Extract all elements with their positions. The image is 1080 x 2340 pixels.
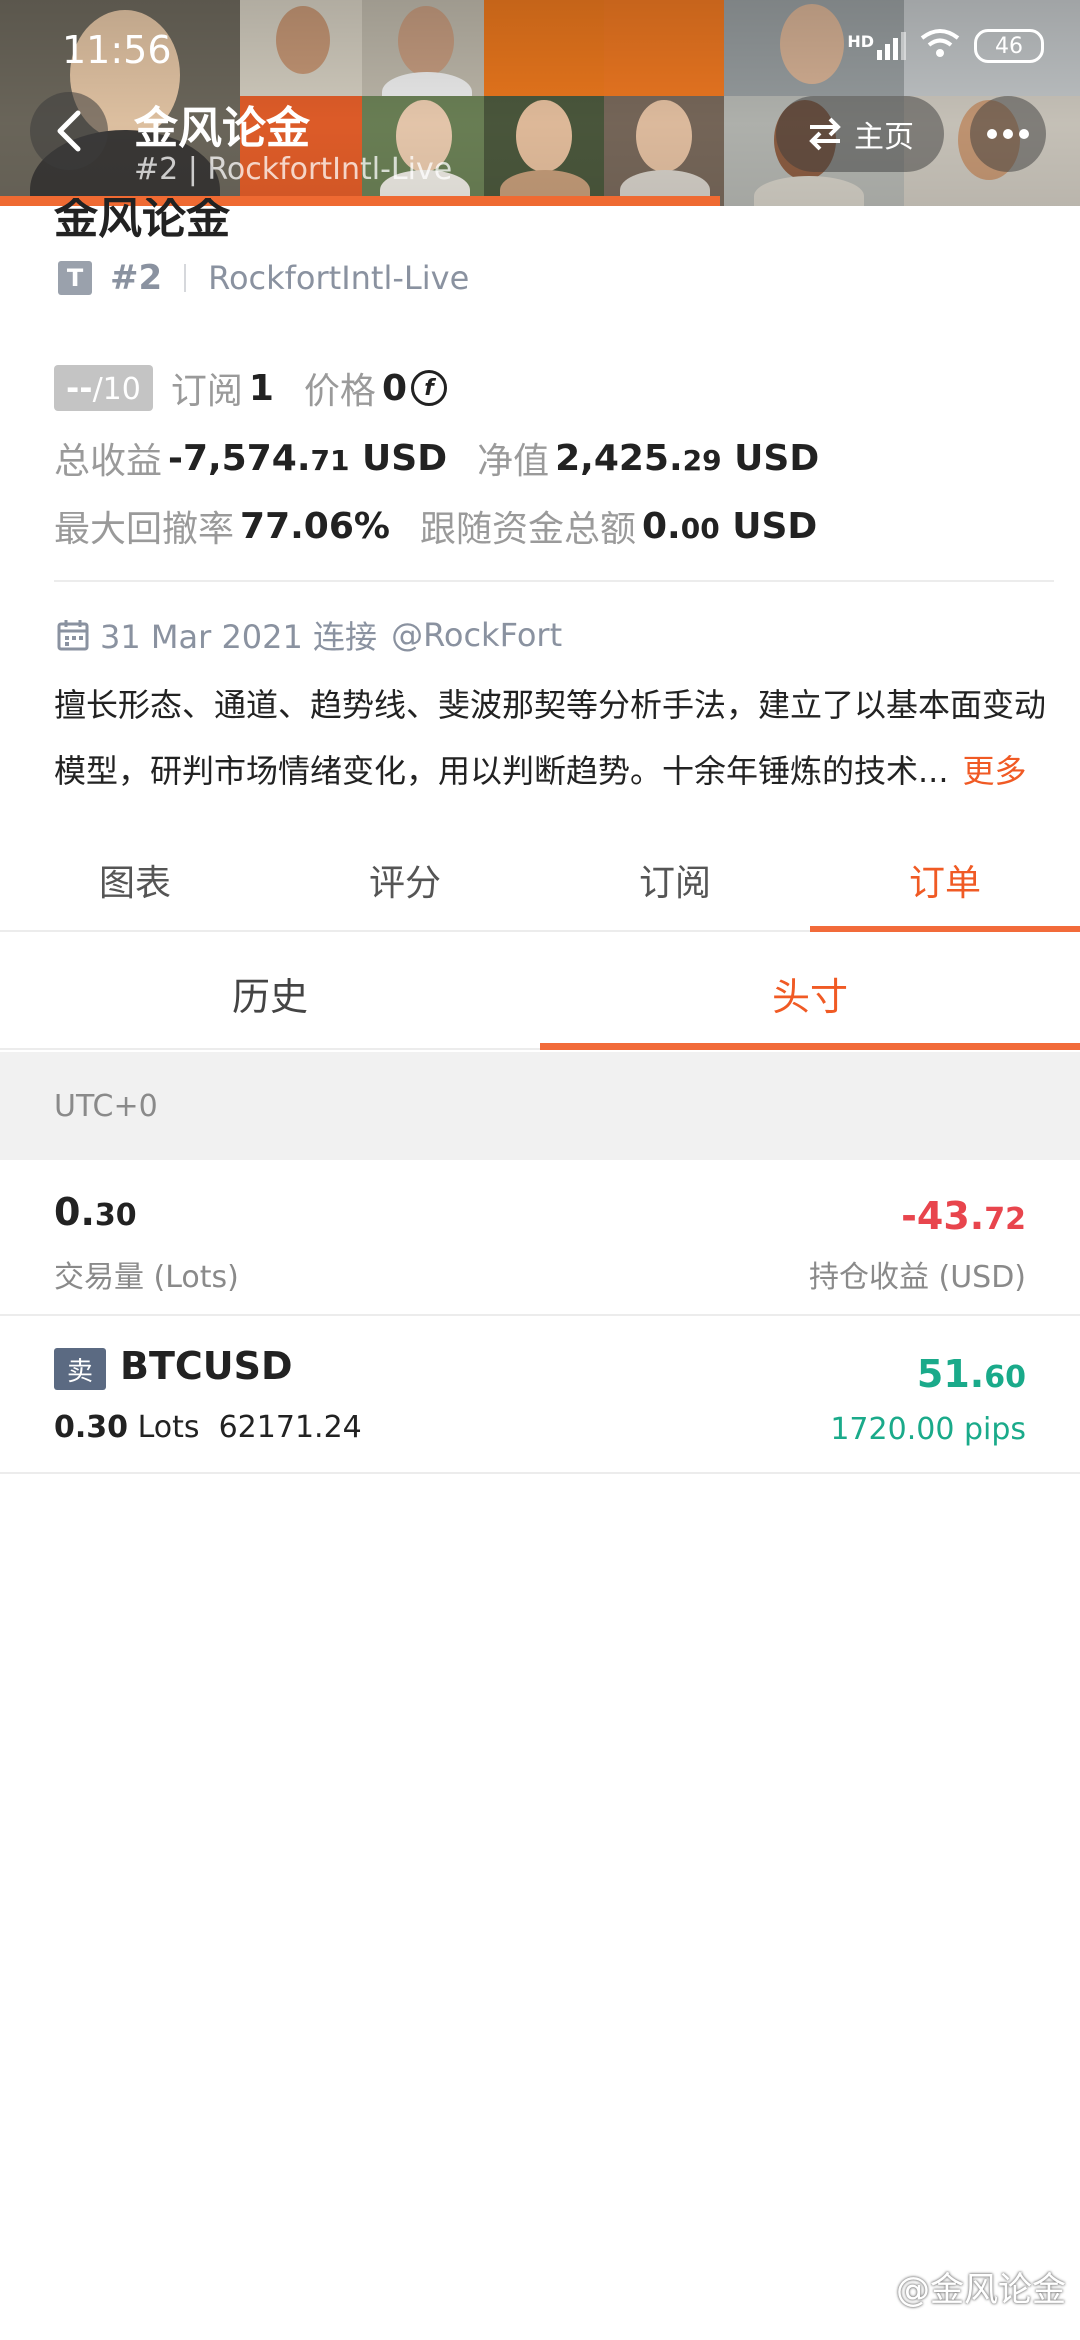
- chevron-left-icon: [57, 110, 81, 152]
- watermark: @金风论金: [860, 2262, 1066, 2311]
- divider: [54, 580, 1054, 582]
- total-profit-value: -7,574.71 USD: [168, 437, 448, 479]
- wifi-icon: [920, 28, 960, 64]
- follow-funds-value: 0.00 USD: [641, 505, 818, 547]
- hd-label: HD: [847, 32, 874, 51]
- dot: [1003, 129, 1013, 139]
- follow-funds-label: 跟随资金总额: [419, 509, 636, 550]
- status-time: 11:56: [62, 28, 172, 72]
- weibo-icon: [860, 2275, 889, 2299]
- divider: [184, 264, 187, 292]
- nav-title: 金风论金: [134, 103, 310, 154]
- calendar-icon: [57, 620, 89, 651]
- sell-badge: 卖: [54, 1348, 106, 1390]
- tab-orders[interactable]: 订单: [810, 830, 1080, 932]
- rating-badge: --/10: [54, 365, 153, 411]
- max-drawdown-value: 77.06%: [240, 505, 390, 547]
- order-price: 62171.24: [218, 1410, 362, 1445]
- more-options-button[interactable]: [970, 96, 1046, 172]
- timezone-label: UTC+0: [54, 1088, 158, 1124]
- trader-name: 金风论金: [54, 198, 230, 240]
- trader-server: RockfortIntl-Live: [208, 259, 470, 297]
- connect-user-link[interactable]: @RockFort: [391, 616, 562, 654]
- trader-rank: #2: [110, 258, 163, 298]
- subtab-positions[interactable]: 头寸: [540, 938, 1080, 1050]
- timezone-bar: UTC+0: [0, 1052, 1080, 1160]
- status-icons: HD 46: [847, 28, 1044, 64]
- battery-icon: 46: [974, 29, 1044, 63]
- dot: [1019, 129, 1029, 139]
- floating-pl-label: 持仓收益 (USD): [808, 1260, 1026, 1295]
- list-item[interactable]: 卖 BTCUSD 0.30 Lots 62171.24 51.60 1720.0…: [0, 1318, 1080, 1474]
- order-subtabs: 历史 头寸: [0, 938, 1080, 1050]
- home-button[interactable]: 主页: [776, 96, 944, 172]
- tab-chart[interactable]: 图表: [0, 830, 270, 930]
- order-pips: 1720.00 pips: [830, 1412, 1026, 1447]
- equity-value: 2,425.29 USD: [555, 437, 820, 479]
- drawdown-row: 最大回撤率 77.06% 跟随资金总额 0.00 USD: [54, 500, 817, 552]
- floating-pl-value: -43.72: [901, 1194, 1026, 1238]
- order-detail: 0.30 Lots 62171.24: [54, 1410, 362, 1445]
- trader-type-badge: T: [58, 261, 92, 295]
- rating-row: --/10 订阅 1 价格 0 f: [54, 362, 447, 414]
- subtab-history[interactable]: 历史: [0, 938, 540, 1048]
- connect-info: 31 Mar 2021 连接 @RockFort: [56, 612, 562, 658]
- dot: [987, 129, 997, 139]
- rating-max: /10: [92, 372, 141, 407]
- signal-icon: HD: [847, 32, 906, 60]
- order-lots: 0.30: [54, 1410, 129, 1445]
- home-label: 主页: [854, 120, 914, 155]
- trader-id-row: T #2 RockfortIntl-Live: [58, 258, 469, 298]
- order-profit: 51.60: [916, 1352, 1026, 1396]
- total-profit-label: 总收益: [54, 441, 163, 482]
- order-lots-unit: Lots: [137, 1410, 200, 1445]
- description-line: 擅长形态、通道、趋势线、斐波那契等分析手法，建立了以基本面变动: [54, 686, 1044, 724]
- back-button[interactable]: [30, 92, 108, 170]
- positions-summary: 0.30 交易量 (Lots) -43.72 持仓收益 (USD): [0, 1160, 1080, 1316]
- price-label: 价格: [303, 371, 376, 412]
- main-tabs: 图表 评分 订阅 订单: [0, 830, 1080, 932]
- order-symbol: BTCUSD: [120, 1344, 293, 1388]
- connect-date: 31 Mar 2021 连接: [100, 618, 378, 656]
- rating-value: --: [66, 369, 93, 407]
- description-line: 模型，研判市场情绪变化，用以判断趋势。十余年锤炼的技术... 更多: [54, 752, 1027, 790]
- trader-description: 擅长形态、通道、趋势线、斐波那契等分析手法，建立了以基本面变动 模型，研判市场情…: [54, 672, 1044, 804]
- price-value: 0: [381, 367, 407, 409]
- subscribe-count: 1: [248, 367, 274, 409]
- nav-subtitle: #2 | RockfortIntl-Live: [134, 152, 453, 187]
- switch-icon: [809, 117, 841, 151]
- tab-subscription[interactable]: 订阅: [540, 830, 810, 930]
- coin-icon: f: [411, 370, 447, 406]
- header-banner: 11:56 HD 46 金风论金 #2 | RockfortIntl-Live …: [0, 0, 1080, 206]
- total-lots-value: 0.30: [54, 1190, 137, 1234]
- equity-label: 净值: [477, 441, 550, 482]
- profit-row: 总收益 -7,574.71 USD 净值 2,425.29 USD: [54, 432, 819, 484]
- tab-rating[interactable]: 评分: [270, 830, 540, 930]
- total-lots-label: 交易量 (Lots): [54, 1260, 239, 1295]
- more-link[interactable]: 更多: [963, 752, 1027, 790]
- subscribe-label: 订阅: [170, 371, 243, 412]
- max-drawdown-label: 最大回撤率: [54, 509, 235, 550]
